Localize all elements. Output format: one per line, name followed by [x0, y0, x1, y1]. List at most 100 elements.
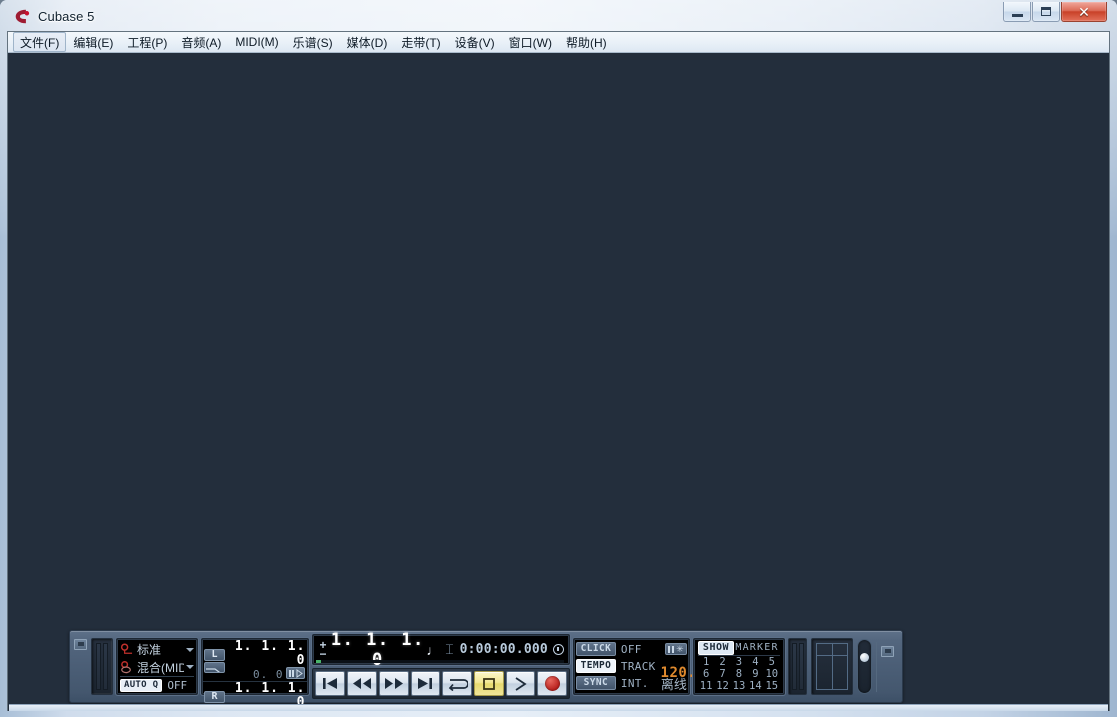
main-transport-display: + − 1. 1. 1. 0 ♩ ⌶ 0:00:00.000: [312, 630, 570, 699]
click-tempo-sync-section: CLICK OFF ✳ TEMPO TRACK 4/4 120.000: [572, 638, 723, 695]
close-icon: ✕: [1078, 3, 1090, 20]
menu-transport[interactable]: 走带(T): [394, 32, 447, 52]
performance-meter: [91, 638, 113, 695]
punch-in-button[interactable]: [286, 667, 306, 679]
window-bottom-bar: [9, 704, 1108, 711]
cubase-logo-icon: [15, 9, 30, 23]
auto-quantize-tag[interactable]: AUTO Q: [120, 679, 163, 692]
click-value: OFF: [620, 642, 642, 656]
perf-bar: [96, 643, 101, 690]
linear-record-mode-row[interactable]: 标准: [120, 641, 194, 658]
quarter-note-icon: ♩: [426, 641, 441, 658]
performance-display-icon: [74, 639, 87, 650]
nudge-buttons[interactable]: + −: [316, 639, 329, 660]
go-to-start-button[interactable]: [315, 671, 346, 696]
marker-button[interactable]: 6: [698, 668, 714, 680]
transport-button-row: [312, 668, 570, 699]
left-locator-icons: L: [203, 648, 229, 673]
chevron-down-icon[interactable]: [186, 647, 194, 652]
click-tag[interactable]: CLICK: [575, 642, 616, 656]
time-display-row[interactable]: + − 1. 1. 1. 0 ♩ ⌶ 0:00:00.000: [312, 630, 570, 670]
master-volume-fader[interactable]: [857, 639, 872, 694]
cycle-record-mode-value: 混合(MIDI): [137, 660, 184, 675]
marker-header: SHOW MARKER: [697, 640, 780, 656]
menu-edit[interactable]: 编辑(E): [66, 32, 120, 52]
marker-button[interactable]: 11: [698, 680, 714, 692]
play-button[interactable]: [505, 671, 536, 696]
marker-button[interactable]: 13: [731, 680, 747, 692]
menu-audio[interactable]: 音频(A): [174, 32, 228, 52]
record-button[interactable]: [537, 671, 567, 696]
sync-tag[interactable]: SYNC: [575, 676, 616, 690]
marker-button[interactable]: 4: [747, 656, 763, 668]
sync-mode-value: INT.: [620, 676, 649, 690]
menu-project[interactable]: 工程(P): [120, 32, 174, 52]
close-button[interactable]: ✕: [1061, 2, 1107, 22]
left-locator-row[interactable]: L 1. 1. 1. 0 0. 0: [203, 640, 307, 681]
marker-show-button[interactable]: SHOW: [697, 640, 735, 655]
marker-button[interactable]: 5: [764, 656, 780, 668]
menu-file[interactable]: 文件(F): [13, 32, 67, 52]
marker-button[interactable]: 14: [747, 680, 763, 692]
fast-forward-button[interactable]: [378, 671, 409, 696]
menu-help[interactable]: 帮助(H): [559, 32, 614, 52]
nudge-minus-icon[interactable]: −: [319, 648, 326, 660]
record-dot-icon: [544, 676, 560, 691]
marker-button[interactable]: 1: [698, 656, 714, 668]
maximize-icon: [1041, 7, 1051, 16]
menu-midi[interactable]: MIDI(M): [228, 32, 285, 52]
marker-button[interactable]: 3: [731, 656, 747, 668]
cubase-main-window: Cubase 5 ✕ 文件(F) 编辑(E) 工程(P) 音频(A) MIDI(…: [0, 0, 1117, 717]
linear-record-icon: [120, 643, 133, 654]
project-workspace[interactable]: [8, 53, 1109, 711]
vu-bar: [798, 643, 804, 690]
marker-grid: 1 2 3 4 5 6 7 8 9 10 11 12 13 14 15: [698, 656, 780, 692]
marker-title: MARKER: [735, 642, 779, 653]
audio-activity-meter: [788, 638, 807, 695]
fade-out-icon: [204, 661, 225, 673]
marker-button[interactable]: 15: [764, 680, 780, 692]
menu-window[interactable]: 窗口(W): [502, 32, 559, 52]
tempo-mode-value: TRACK: [620, 659, 656, 673]
right-locator-tag: R: [204, 690, 225, 703]
marker-button[interactable]: 2: [714, 656, 730, 668]
tempo-row[interactable]: TEMPO TRACK 4/4 120.000: [575, 652, 723, 680]
minimize-icon: [1011, 13, 1023, 17]
left-locator-primary: 1. 1. 1. 0: [234, 639, 306, 668]
perf-bar: [103, 643, 108, 690]
maximize-button[interactable]: [1032, 2, 1060, 22]
time-progress-bar[interactable]: [316, 660, 564, 663]
tempo-tag[interactable]: TEMPO: [575, 659, 616, 673]
auto-quantize-row[interactable]: AUTO Q OFF: [120, 676, 194, 692]
stop-button[interactable]: [473, 671, 504, 696]
marker-button[interactable]: 8: [731, 668, 747, 680]
menubar: 文件(F) 编辑(E) 工程(P) 音频(A) MIDI(M) 乐谱(S) 媒体…: [8, 32, 1109, 53]
sync-row[interactable]: SYNC INT. 离线: [575, 675, 687, 692]
sync-status-value: 离线: [660, 676, 687, 692]
window-title: Cubase 5: [38, 8, 95, 24]
cycle-button[interactable]: [442, 671, 472, 696]
rewind-button[interactable]: [347, 671, 377, 696]
marker-section: SHOW MARKER 1 2 3 4 5 6 7 8 9 10 11 12 1…: [692, 638, 785, 695]
timecode-separator-icon: ⌶: [445, 641, 454, 657]
window-titlebar: Cubase 5 ✕: [6, 1, 1111, 31]
locator-section: L 1. 1. 1. 0 0. 0 R 1. 1. 1. 0: [201, 638, 310, 711]
menu-media[interactable]: 媒体(D): [340, 32, 395, 52]
level-meter-group: [788, 638, 898, 695]
go-to-end-button[interactable]: [410, 671, 441, 696]
menu-scores[interactable]: 乐谱(S): [286, 32, 340, 52]
secondary-time-display[interactable]: 0:00:00.000: [460, 642, 548, 657]
chevron-down-icon[interactable]: [186, 665, 194, 669]
menu-devices[interactable]: 设备(V): [448, 32, 502, 52]
audio-level-meter: [811, 638, 853, 695]
primary-time-display[interactable]: 1. 1. 1. 0: [329, 630, 426, 670]
marker-button[interactable]: 7: [714, 668, 730, 680]
audio-display-icon: [881, 646, 894, 657]
minimize-button[interactable]: [1003, 2, 1031, 22]
cycle-record-mode-row[interactable]: 混合(MIDI): [120, 659, 194, 676]
marker-button[interactable]: 12: [714, 680, 730, 692]
marker-button[interactable]: 10: [764, 668, 780, 680]
transport-panel: 标准 混合(MIDI) AUTO Q OFF: [69, 630, 903, 711]
marker-button[interactable]: 9: [747, 668, 763, 680]
fader-knob-icon[interactable]: [860, 653, 869, 662]
